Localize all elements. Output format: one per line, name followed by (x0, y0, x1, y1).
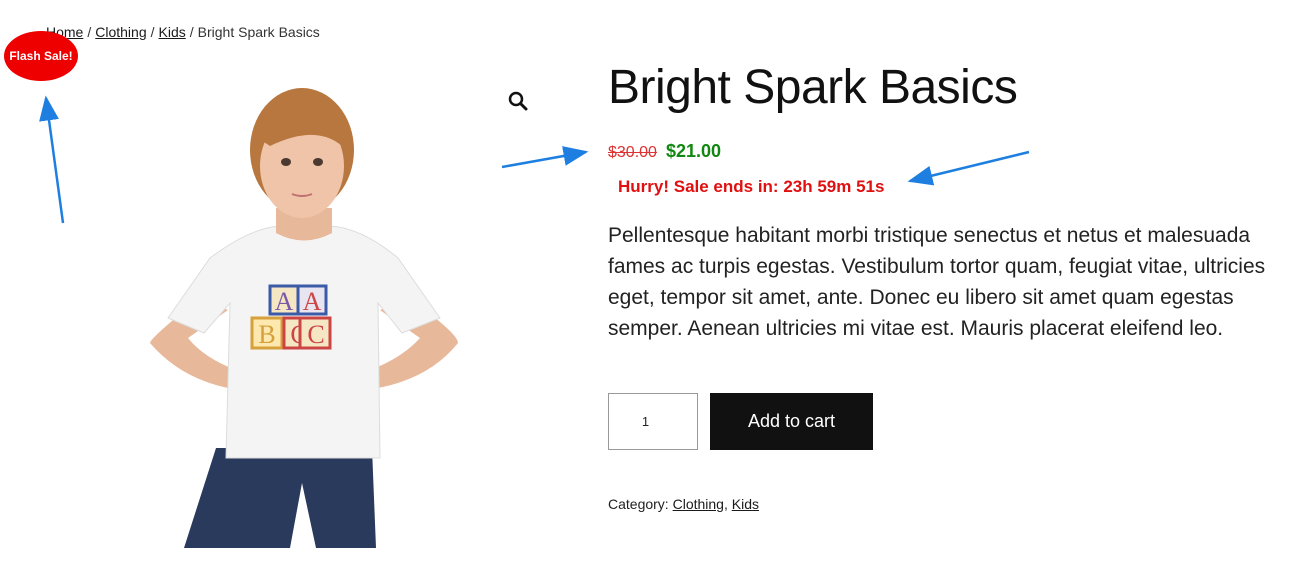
category-link-clothing[interactable]: Clothing (673, 496, 724, 512)
add-to-cart-button[interactable]: Add to cart (710, 393, 873, 450)
block-letter: A (303, 287, 322, 316)
breadcrumb: Home / Clothing / Kids / Bright Spark Basics (46, 24, 320, 40)
category-label: Category: (608, 496, 669, 512)
block-letter: B (258, 320, 275, 349)
flash-sale-badge: Flash Sale! (4, 31, 78, 81)
annotation-arrow-price (501, 146, 589, 169)
breadcrumb-current: Bright Spark Basics (197, 24, 320, 40)
quantity-input[interactable] (608, 393, 698, 450)
original-price: $30.00 (608, 144, 657, 161)
sale-price: $21.00 (665, 141, 722, 161)
product-description: Pellentesque habitant morbi tristique se… (608, 224, 1266, 340)
category-link-kids[interactable]: Kids (732, 496, 759, 512)
breadcrumb-kids-link[interactable]: Kids (159, 24, 186, 40)
breadcrumb-separator: / (150, 24, 155, 40)
product-title: Bright Spark Basics (608, 61, 1018, 114)
breadcrumb-separator: / (87, 24, 92, 40)
breadcrumb-clothing-link[interactable]: Clothing (95, 24, 146, 40)
block-letter: C (307, 320, 324, 349)
search-icon (508, 91, 528, 111)
breadcrumb-separator: / (189, 24, 194, 40)
zoom-button[interactable] (506, 89, 530, 113)
block-letter: A (275, 287, 294, 316)
sale-countdown: Hurry! Sale ends in: 23h 59m 51s (618, 177, 885, 196)
product-image[interactable]: A A B C C (140, 88, 470, 548)
price: $30.00 $21.00 (608, 141, 721, 162)
product-category: Category: Clothing, Kids (608, 496, 759, 512)
annotation-arrow-badge (39, 95, 65, 224)
annotation-arrow-countdown (907, 150, 1030, 186)
category-separator: , (723, 496, 728, 512)
